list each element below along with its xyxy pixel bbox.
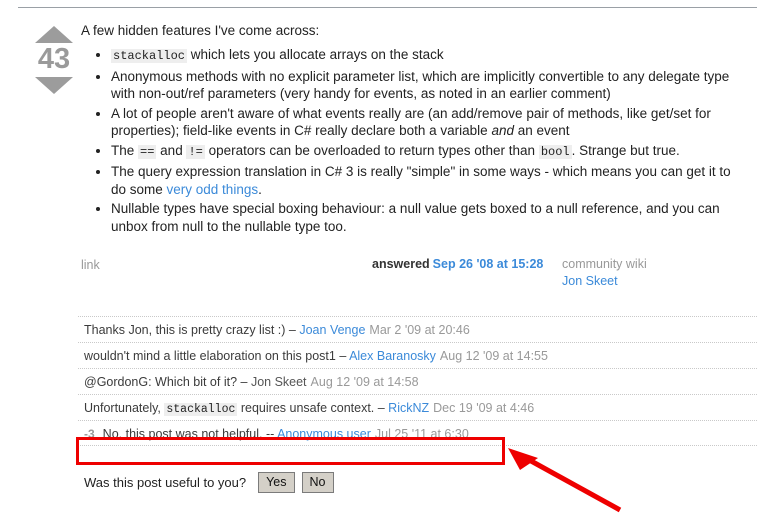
text-run: which lets you allocate arrays on the st… — [187, 47, 444, 62]
vote-score: 43 — [37, 43, 71, 75]
comment-score: -3 — [84, 427, 95, 441]
useful-yes-button[interactable]: Yes — [258, 472, 295, 493]
feature-item: A lot of people aren't aware of what eve… — [111, 105, 747, 140]
comment-row[interactable]: Unfortunately, stackalloc requires unsaf… — [78, 394, 757, 420]
vote-cell: 43 — [28, 26, 80, 94]
comment-date: Mar 2 '09 at 20:46 — [369, 323, 470, 337]
inline-code: stackalloc — [164, 403, 238, 416]
red-arrow-icon — [500, 440, 650, 520]
comment-date: Aug 12 '09 at 14:58 — [310, 375, 419, 389]
text-run: Unfortunately, — [84, 401, 165, 415]
comment-user-link[interactable]: Alex Baranosky — [349, 349, 436, 363]
comment-user-link[interactable]: Anonymous user — [277, 427, 371, 441]
feature-item: The == and != operators can be overloade… — [111, 142, 747, 162]
feature-list: stackalloc which lets you allocate array… — [81, 46, 747, 235]
comment-date: Aug 12 '09 at 14:55 — [439, 349, 548, 363]
comment-user-link[interactable]: Joan Venge — [299, 323, 365, 337]
feature-item: Nullable types have special boxing behav… — [111, 200, 747, 235]
feature-item: stackalloc which lets you allocate array… — [111, 46, 747, 66]
comment-date: Dec 19 '09 at 4:46 — [433, 401, 535, 415]
inline-code: != — [186, 144, 205, 159]
text-run: wouldn't mind a little elaboration on th… — [84, 349, 350, 363]
text-run: . — [258, 181, 262, 197]
post-footer: link answered Sep 26 '08 at 15:28 communi… — [0, 253, 757, 299]
text-run: Anonymous methods with no explicit param… — [111, 68, 730, 102]
text-run: . Strange but true. — [571, 142, 680, 158]
user-card: community wiki Jon Skeet — [562, 256, 647, 290]
comment-row[interactable]: Thanks Jon, this is pretty crazy list :)… — [78, 316, 757, 342]
comment-date: Jul 25 '11 at 6:30 — [374, 427, 469, 441]
text-run: Nullable types have special boxing behav… — [111, 201, 720, 234]
text-run: requires unsafe context. – — [237, 401, 389, 415]
answered-label: answered — [372, 257, 430, 271]
community-wiki-label: community wiki — [562, 257, 647, 271]
inline-code: stackalloc — [111, 49, 188, 63]
comment-row[interactable]: wouldn't mind a little elaboration on th… — [78, 342, 757, 368]
post-permalink[interactable]: link — [81, 258, 100, 272]
text-run: No, this post was not helpful. -- — [102, 427, 278, 441]
inline-link[interactable]: very odd things — [167, 182, 259, 197]
post-useful-prompt: Was this post useful to you? Yes No — [84, 472, 341, 493]
text-run: Thanks Jon, this is pretty crazy list :)… — [84, 323, 300, 337]
comment-user-name: Jon Skeet — [250, 375, 307, 389]
inline-code: == — [138, 144, 157, 159]
feature-item: Anonymous methods with no explicit param… — [111, 68, 747, 103]
triangle-up-icon[interactable] — [35, 26, 73, 43]
text-run: The — [111, 142, 139, 158]
post-intro: A few hidden features I've come across: — [81, 23, 320, 38]
text-run: A lot of people aren't aware of what eve… — [111, 105, 711, 139]
post-body: A few hidden features I've come across: … — [81, 22, 747, 237]
useful-no-button[interactable]: No — [301, 472, 334, 493]
comment-row[interactable]: -3 No, this post was not helpful. -- Anon… — [78, 420, 757, 446]
text-run: and — [156, 142, 187, 158]
text-run: an event — [513, 123, 570, 138]
comment-user-link[interactable]: RickNZ — [388, 401, 429, 415]
author-link[interactable]: Jon Skeet — [562, 273, 647, 290]
answered-block: answered Sep 26 '08 at 15:28 — [372, 257, 543, 271]
top-divider — [18, 7, 757, 8]
triangle-down-icon[interactable] — [35, 77, 73, 94]
comment-list: Thanks Jon, this is pretty crazy list :)… — [78, 316, 757, 446]
emphasis-text: and — [491, 123, 514, 138]
inline-code: bool — [538, 144, 572, 159]
comment-row[interactable]: @GordonG: Which bit of it? – Jon Skeet Au… — [78, 368, 757, 394]
answered-date[interactable]: Sep 26 '08 at 15:28 — [433, 257, 544, 271]
useful-question-label: Was this post useful to you? — [84, 475, 247, 490]
text-run: operators can be overloaded to return ty… — [204, 142, 539, 158]
text-run: @GordonG: Which bit of it? – — [84, 375, 251, 389]
feature-item: The query expression translation in C# 3… — [111, 163, 747, 198]
